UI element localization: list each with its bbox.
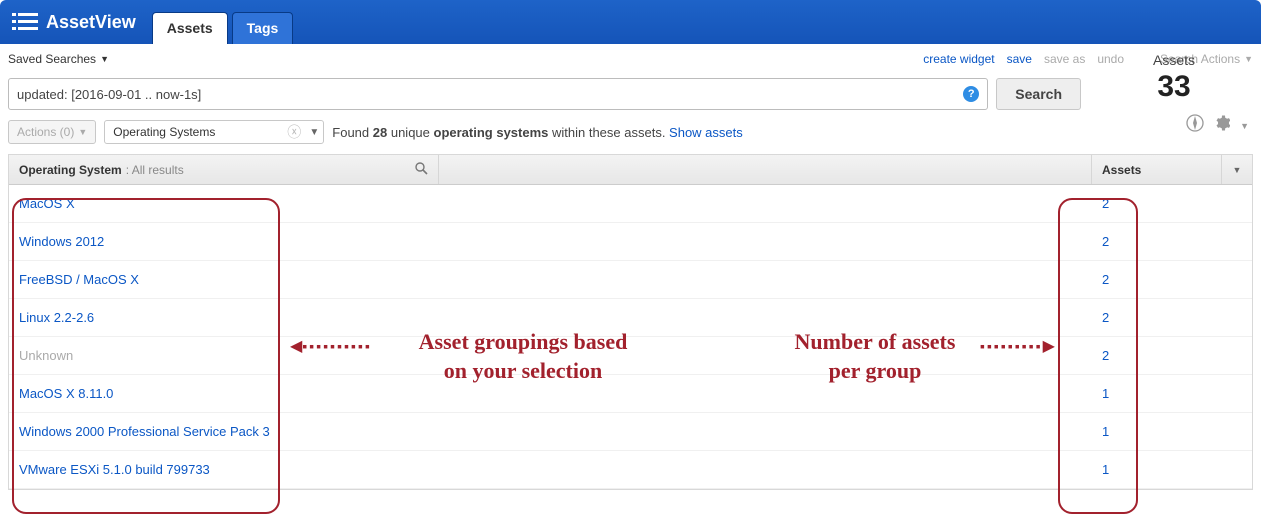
results-summary: Found 28 unique operating systems within… xyxy=(332,125,742,140)
app-header: AssetView Assets Tags xyxy=(0,0,1261,44)
asset-count-link[interactable]: 2 xyxy=(1102,348,1109,363)
os-link[interactable]: Linux 2.2-2.6 xyxy=(19,310,94,325)
asset-count-link[interactable]: 2 xyxy=(1102,310,1109,325)
os-link[interactable]: Windows 2000 Professional Service Pack 3 xyxy=(19,424,270,439)
table-row: Windows 2012 2 xyxy=(9,223,1252,261)
asset-count-link[interactable]: 1 xyxy=(1102,462,1109,477)
column-header-os-label: Operating System xyxy=(19,163,122,177)
os-link[interactable]: FreeBSD / MacOS X xyxy=(19,272,139,287)
subbar: Saved Searches ▼ create widget save save… xyxy=(0,44,1261,74)
column-header-os[interactable]: Operating System : All results xyxy=(9,155,439,184)
text: unique xyxy=(387,125,433,140)
column-header-assets[interactable]: Assets xyxy=(1092,155,1222,184)
help-icon[interactable]: ? xyxy=(963,86,979,102)
table-row: FreeBSD / MacOS X 2 xyxy=(9,261,1252,299)
assets-summary-label: Assets xyxy=(1099,52,1249,68)
cell-os: VMware ESXi 5.1.0 build 799733 xyxy=(9,462,439,477)
menu-list-icon xyxy=(12,12,38,32)
asset-count-link[interactable]: 2 xyxy=(1102,196,1109,211)
text: within these assets. xyxy=(548,125,669,140)
clear-icon[interactable]: ⓧ xyxy=(287,122,301,142)
results-table: Operating System : All results Assets ▼ … xyxy=(8,154,1253,490)
search-row: ? Search xyxy=(0,74,1261,114)
chevron-down-icon: ▼ xyxy=(100,54,109,64)
cell-os: Windows 2012 xyxy=(9,234,439,249)
cell-assets: 2 xyxy=(1092,196,1222,211)
chevron-down-icon[interactable]: ▼ xyxy=(1240,121,1249,131)
asset-count-link[interactable]: 1 xyxy=(1102,386,1109,401)
save-as-link: save as xyxy=(1044,52,1085,66)
tab-tags[interactable]: Tags xyxy=(232,12,294,44)
actions-dropdown[interactable]: Actions (0) ▼ xyxy=(8,120,96,144)
cell-os: FreeBSD / MacOS X xyxy=(9,272,439,287)
cell-os: Unknown xyxy=(9,348,439,363)
save-link[interactable]: save xyxy=(1007,52,1032,66)
show-assets-link[interactable]: Show assets xyxy=(669,125,743,140)
search-input[interactable] xyxy=(17,87,963,102)
tab-assets[interactable]: Assets xyxy=(152,12,228,44)
cell-assets: 2 xyxy=(1092,272,1222,287)
cell-assets: 1 xyxy=(1092,386,1222,401)
table-body: MacOS X2Windows 20122FreeBSD / MacOS X2L… xyxy=(9,185,1252,489)
table-row: Linux 2.2-2.6 2 xyxy=(9,299,1252,337)
chevron-down-icon: ▼ xyxy=(78,127,87,137)
group-by-value: Operating Systems xyxy=(113,125,215,139)
column-spacer xyxy=(439,155,1092,184)
table-row: VMware ESXi 5.1.0 build 799733 1 xyxy=(9,451,1252,489)
chevron-down-icon: ▼ xyxy=(1233,165,1242,175)
cell-assets: 1 xyxy=(1092,424,1222,439)
cell-assets: 2 xyxy=(1092,234,1222,249)
cell-assets: 2 xyxy=(1092,348,1222,363)
os-link[interactable]: MacOS X 8.11.0 xyxy=(19,386,113,401)
cell-os: MacOS X 8.11.0 xyxy=(9,386,439,401)
saved-searches-dropdown[interactable]: Saved Searches ▼ xyxy=(8,52,109,66)
cell-assets: 1 xyxy=(1092,462,1222,477)
compass-icon[interactable] xyxy=(1186,114,1204,137)
column-header-assets-label: Assets xyxy=(1102,163,1141,177)
asset-count-link[interactable]: 2 xyxy=(1102,272,1109,287)
filter-row: Actions (0) ▼ Operating Systems ⓧ ▼ Foun… xyxy=(0,114,1081,150)
saved-searches-label: Saved Searches xyxy=(8,52,96,66)
results-count: 28 xyxy=(373,125,387,140)
table-row: MacOS X 8.11.0 1 xyxy=(9,375,1252,413)
chevron-down-icon: ▼ xyxy=(309,127,319,138)
os-value: Unknown xyxy=(19,348,73,363)
app-title: AssetView xyxy=(46,12,136,33)
create-widget-link[interactable]: create widget xyxy=(923,52,994,66)
gear-icon[interactable] xyxy=(1214,115,1230,136)
os-link[interactable]: MacOS X xyxy=(19,196,75,211)
os-link[interactable]: VMware ESXi 5.1.0 build 799733 xyxy=(19,462,210,477)
column-menu[interactable]: ▼ xyxy=(1222,155,1252,184)
group-by-select[interactable]: Operating Systems ⓧ ▼ xyxy=(104,120,324,144)
cell-assets: 2 xyxy=(1092,310,1222,325)
cell-os: MacOS X xyxy=(9,196,439,211)
table-row: MacOS X 2 xyxy=(9,185,1252,223)
asset-count-link[interactable]: 2 xyxy=(1102,234,1109,249)
search-button[interactable]: Search xyxy=(996,78,1081,110)
asset-count-link[interactable]: 1 xyxy=(1102,424,1109,439)
text: Found xyxy=(332,125,372,140)
results-type: operating systems xyxy=(434,125,549,140)
table-row: Windows 2000 Professional Service Pack 3… xyxy=(9,413,1252,451)
cell-os: Windows 2000 Professional Service Pack 3 xyxy=(9,424,439,439)
os-link[interactable]: Windows 2012 xyxy=(19,234,104,249)
table-header-row: Operating System : All results Assets ▼ xyxy=(9,155,1252,185)
search-input-wrap: ? xyxy=(8,78,988,110)
search-icon[interactable] xyxy=(415,162,428,178)
column-header-os-sub: : All results xyxy=(126,163,184,177)
header-tabs: Assets Tags xyxy=(152,12,294,44)
cell-os: Linux 2.2-2.6 xyxy=(9,310,439,325)
table-row: Unknown 2 xyxy=(9,337,1252,375)
actions-label: Actions (0) xyxy=(17,125,74,139)
